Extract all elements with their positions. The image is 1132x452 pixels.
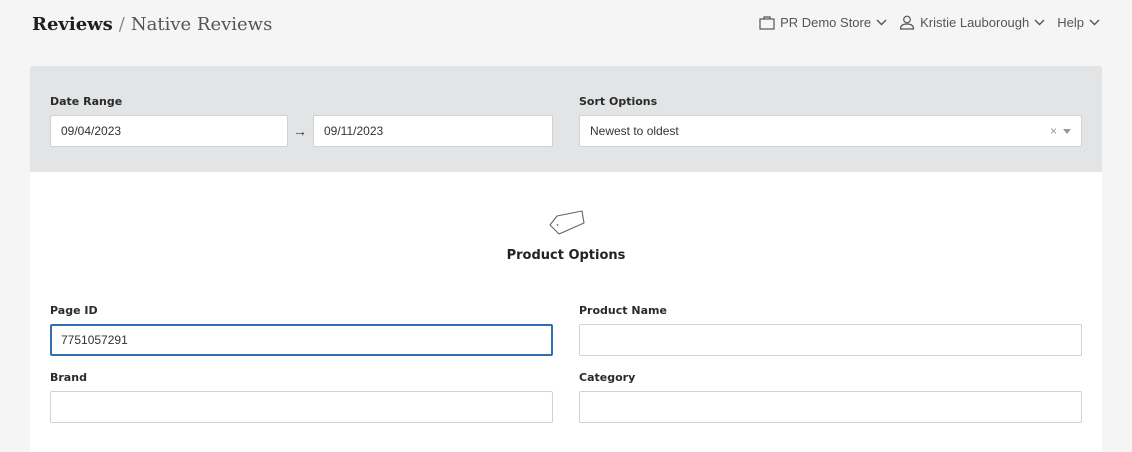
header: Reviews / Native Reviews PR Demo Store K… (0, 0, 1132, 50)
tag-icon (548, 210, 586, 241)
category-input[interactable] (579, 391, 1082, 423)
chevron-down-icon (1034, 19, 1045, 26)
category-label: Category (579, 371, 636, 384)
breadcrumb-native-reviews: Native Reviews (130, 14, 273, 35)
date-range-arrow: → (293, 123, 307, 139)
user-name: Kristie Lauborough (920, 15, 1030, 30)
page: Reviews / Native Reviews PR Demo Store K… (0, 0, 1132, 452)
chevron-down-icon (1089, 19, 1100, 26)
breadcrumb: Reviews / Native Reviews (32, 14, 272, 35)
brand-input[interactable] (50, 391, 553, 423)
select-controls: × (1050, 116, 1071, 146)
store-menu[interactable]: PR Demo Store (759, 15, 887, 30)
sort-options-value: Newest to oldest (590, 124, 679, 138)
filter-panel: Date Range 09/04/2023 → 09/11/2023 Sort … (30, 66, 1102, 172)
store-name: PR Demo Store (780, 15, 872, 30)
product-name-label: Product Name (579, 304, 667, 317)
date-range-label: Date Range (50, 95, 123, 108)
date-from-input[interactable]: 09/04/2023 (50, 115, 288, 147)
caret-down-icon[interactable] (1063, 128, 1071, 134)
product-options-title: Product Options (506, 248, 626, 263)
page-id-input[interactable]: 7751057291 (50, 324, 553, 356)
date-to-input[interactable]: 09/11/2023 (313, 115, 553, 147)
clear-icon[interactable]: × (1050, 116, 1057, 146)
top-nav: PR Demo Store Kristie Lauborough Help (759, 15, 1100, 30)
breadcrumb-reviews[interactable]: Reviews (32, 14, 113, 35)
chevron-down-icon (876, 19, 887, 26)
sort-options-select[interactable]: Newest to oldest × (579, 115, 1082, 147)
user-menu[interactable]: Kristie Lauborough (899, 15, 1045, 30)
help-label: Help (1057, 15, 1084, 30)
product-name-input[interactable] (579, 324, 1082, 356)
help-menu[interactable]: Help (1057, 15, 1100, 30)
store-icon (759, 15, 775, 30)
user-icon (899, 15, 915, 30)
product-options-panel: Product Options Page ID 7751057291 Produ… (30, 172, 1102, 452)
breadcrumb-separator: / (118, 14, 125, 35)
brand-label: Brand (50, 371, 87, 384)
page-id-label: Page ID (50, 304, 98, 317)
sort-options-label: Sort Options (579, 95, 658, 108)
